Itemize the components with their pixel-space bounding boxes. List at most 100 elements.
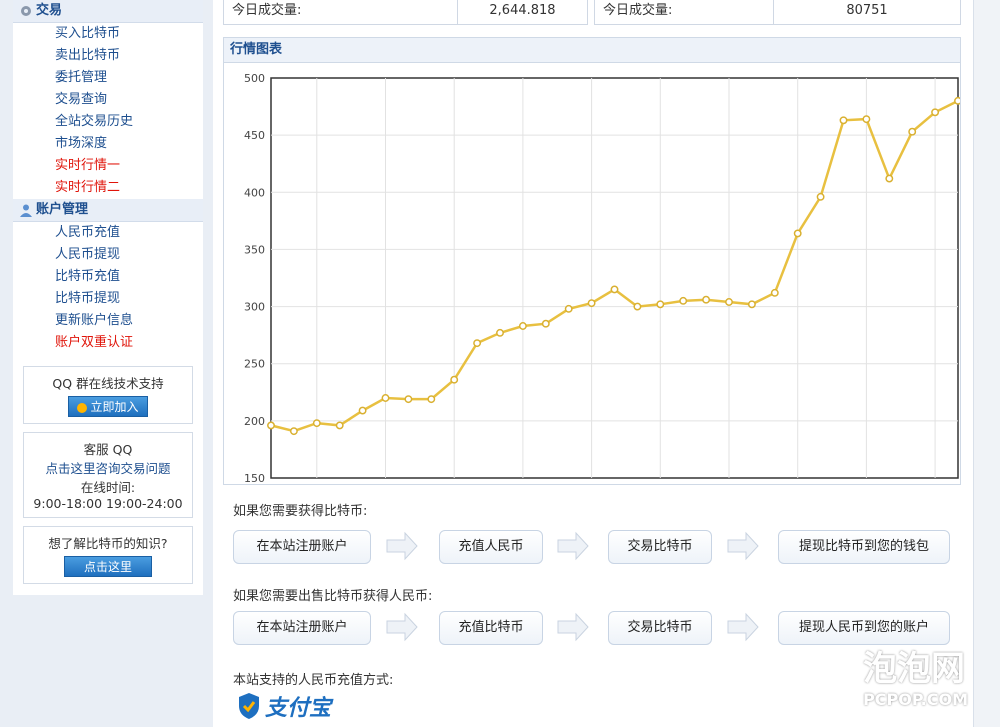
stat-value: 80751 <box>846 3 888 18</box>
menu-item-two-factor[interactable]: 账户双重认证 <box>13 332 203 354</box>
price-point <box>885 174 894 183</box>
arrow-right-icon <box>386 612 418 642</box>
stat-value: 2,644.818 <box>489 3 556 18</box>
menu-item-order-manage[interactable]: 委托管理 <box>13 67 203 89</box>
price-point <box>839 116 848 125</box>
watermark: 泡泡网 PCPOP.COM <box>863 641 968 709</box>
arrow-right-icon <box>557 612 589 642</box>
sell-step-deposit-btc[interactable]: 充值比特币 <box>439 611 543 645</box>
sell-step-register[interactable]: 在本站注册账户 <box>233 611 371 645</box>
shield-icon <box>239 693 259 719</box>
sell-step-trade-btc[interactable]: 交易比特币 <box>608 611 712 645</box>
join-qq-button[interactable]: 立即加入 <box>68 396 148 417</box>
price-point <box>289 427 298 436</box>
menu-item-site-history[interactable]: 全站交易历史 <box>13 111 203 133</box>
price-point <box>473 339 482 348</box>
alipay-logo-text: 支付宝 <box>265 696 332 721</box>
service-qq-title: 客服 QQ <box>83 442 133 457</box>
buy-step-trade-btc[interactable]: 交易比特币 <box>608 530 712 564</box>
price-point <box>816 192 825 201</box>
qq-icon <box>77 402 88 413</box>
alipay-logo[interactable]: 支付宝 <box>237 690 331 722</box>
y-tick-label: 350 <box>244 243 265 256</box>
y-tick-label: 500 <box>244 72 265 85</box>
price-point <box>267 421 275 430</box>
arrow-right-icon <box>557 531 589 561</box>
y-tick-label: 150 <box>244 472 265 483</box>
buy-step-register[interactable]: 在本站注册账户 <box>233 530 371 564</box>
price-chart: 1502002503003504004505002013-2-272013-3-… <box>244 72 960 483</box>
service-hours-label: 在线时间: <box>80 480 136 495</box>
price-point <box>954 96 960 105</box>
price-point <box>702 295 711 304</box>
buy-step-withdraw-btc[interactable]: 提现比特币到您的钱包 <box>778 530 950 564</box>
price-point <box>610 285 619 294</box>
menu-item-realtime-1[interactable]: 实时行情一 <box>13 155 203 177</box>
sell-step-withdraw-rmb[interactable]: 提现人民币到您的账户 <box>778 611 950 645</box>
arrow-right-icon <box>386 531 418 561</box>
account-section-header: 账户管理 <box>13 199 203 222</box>
menu-item-realtime-2[interactable]: 实时行情二 <box>13 177 203 199</box>
trade-section-title: 交易 <box>36 3 63 18</box>
learn-box: 想了解比特币的知识? 点击这里 <box>23 526 193 584</box>
price-point <box>770 288 779 297</box>
stat-label: 今日成交量: <box>595 0 774 24</box>
menu-item-buy-btc[interactable]: 买入比特币 <box>13 23 203 45</box>
join-qq-label: 立即加入 <box>90 400 139 414</box>
arrow-right-icon <box>727 531 759 561</box>
price-point <box>496 328 504 337</box>
stat-volume-rmb: 今日成交量: 80751 <box>594 0 961 25</box>
price-point <box>793 229 802 238</box>
menu-item-rmb-deposit[interactable]: 人民币充值 <box>13 222 203 244</box>
sidebar: 交易 买入比特币 卖出比特币 委托管理 交易查询 全站交易历史 市场深度 实时行… <box>13 0 203 595</box>
plot-area <box>270 77 959 479</box>
price-point <box>725 298 733 306</box>
price-point <box>404 395 413 404</box>
price-point <box>381 394 390 402</box>
user-icon <box>19 203 33 217</box>
menu-item-trade-query[interactable]: 交易查询 <box>13 89 203 111</box>
price-point <box>450 375 459 384</box>
account-menu: 人民币充值 人民币提现 比特币充值 比特币提现 更新账户信息 账户双重认证 <box>13 222 203 354</box>
menu-item-market-depth[interactable]: 市场深度 <box>13 133 203 155</box>
y-tick-label: 200 <box>244 415 265 428</box>
price-point <box>427 395 436 404</box>
service-box: 客服 QQ 点击这里咨询交易问题 在线时间: 9:00-18:00 19:00-… <box>23 432 193 518</box>
watermark-sub: PCPOP.COM <box>863 690 968 709</box>
y-tick-label: 300 <box>244 301 265 314</box>
main-content: 今日成交量: 2,644.818 今日成交量: 80751 行情图表 150 20… <box>213 0 973 727</box>
y-tick-label: 450 <box>244 129 265 142</box>
trade-section-header: 交易 <box>13 0 203 23</box>
price-point <box>656 300 665 309</box>
menu-item-rmb-withdraw[interactable]: 人民币提现 <box>13 244 203 266</box>
buy-step-deposit-rmb[interactable]: 充值人民币 <box>439 530 543 564</box>
price-point <box>747 300 756 309</box>
price-point <box>335 421 344 430</box>
y-tick-label: 250 <box>244 358 265 371</box>
price-point <box>312 419 321 428</box>
service-consult-link[interactable]: 点击这里咨询交易问题 <box>28 458 188 477</box>
chart-panel-title: 行情图表 <box>224 38 960 63</box>
account-section-title: 账户管理 <box>36 202 89 217</box>
chart-panel: 行情图表 1502002503003504004505002013-2-2720… <box>223 37 961 485</box>
qq-group-box: QQ 群在线技术支持 立即加入 <box>23 366 193 424</box>
price-point <box>908 127 917 136</box>
arrow-right-icon <box>727 612 759 642</box>
price-point <box>587 299 596 308</box>
menu-item-update-account[interactable]: 更新账户信息 <box>13 310 203 332</box>
price-point <box>564 304 573 313</box>
service-hours-value: 9:00-18:00 19:00-24:00 <box>33 496 183 511</box>
menu-item-btc-deposit[interactable]: 比特币充值 <box>13 266 203 288</box>
y-tick-label: 400 <box>244 186 265 199</box>
learn-text: 想了解比特币的知识? <box>48 536 168 551</box>
scrollbar[interactable] <box>973 0 1000 727</box>
price-point <box>931 108 940 117</box>
watermark-text: 泡泡网 <box>863 649 966 689</box>
menu-item-sell-btc[interactable]: 卖出比特币 <box>13 45 203 67</box>
learn-more-button[interactable]: 点击这里 <box>64 556 152 577</box>
stat-label: 今日成交量: <box>224 0 458 24</box>
price-point <box>358 406 367 415</box>
menu-item-btc-withdraw[interactable]: 比特币提现 <box>13 288 203 310</box>
price-point <box>518 322 527 330</box>
trade-menu: 买入比特币 卖出比特币 委托管理 交易查询 全站交易历史 市场深度 实时行情一 … <box>13 23 203 199</box>
